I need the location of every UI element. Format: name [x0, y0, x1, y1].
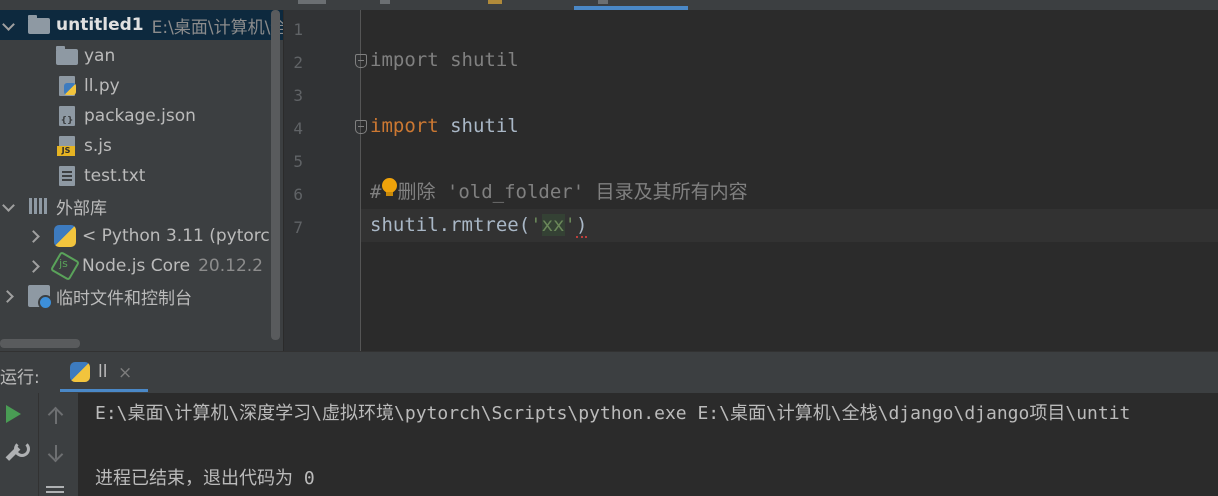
- line-number: 7: [293, 218, 303, 237]
- line-number: 4: [293, 119, 303, 138]
- active-run-tab-indicator: [60, 389, 148, 392]
- code-line-6: # 删除 'old_folder' 目录及其所有内容: [370, 176, 748, 209]
- string-quote: ': [564, 214, 576, 236]
- lightbulb-icon[interactable]: [382, 178, 397, 196]
- keyword: import: [370, 49, 439, 71]
- close-icon[interactable]: ×: [118, 363, 132, 383]
- chevron-down-icon[interactable]: [2, 199, 16, 213]
- tree-item-test-txt[interactable]: test.txt: [0, 161, 283, 191]
- project-path: E:\桌面\计算机\全: [151, 17, 283, 38]
- line-number: 3: [293, 86, 303, 105]
- tree-item-label: package.json: [84, 106, 196, 126]
- nodejs-version: 20.12.2: [198, 256, 263, 276]
- run-toolbar-divider: [38, 393, 39, 496]
- console-exit-message: 进程已结束，退出代码为 0: [95, 468, 315, 489]
- code-line-2: import shutil: [370, 44, 519, 77]
- chevron-down-icon[interactable]: [2, 18, 16, 32]
- tree-item-nodejs-core[interactable]: Node.js Core 20.12.2: [0, 250, 283, 282]
- nodejs-icon: [49, 250, 81, 282]
- tree-item-label: yan: [84, 46, 116, 66]
- line-number: 2: [293, 53, 303, 72]
- console-command-line: E:\桌面\计算机\深度学习\虚拟环境\pytorch\Scripts\pyth…: [95, 403, 1131, 424]
- python-icon: [70, 362, 90, 382]
- tree-item-label: 临时文件和控制台: [56, 288, 192, 309]
- tree-item-yan[interactable]: yan: [0, 41, 283, 71]
- code-line-7: shutil.rmtree('xx'): [370, 209, 588, 242]
- string-quote: ': [530, 214, 542, 236]
- comment-hash: #: [370, 181, 382, 203]
- js-file-icon: [57, 136, 75, 156]
- chevron-right-icon[interactable]: [28, 229, 42, 243]
- run-tool-window-header: [0, 351, 1218, 393]
- chevron-right-icon[interactable]: [2, 289, 16, 303]
- tree-item-label: < Python 3.11 (pytorch: [82, 226, 281, 246]
- tree-item-ll-py[interactable]: ll.py: [0, 71, 283, 101]
- folder-icon: [28, 15, 50, 34]
- chevron-right-icon[interactable]: [28, 259, 42, 273]
- folder-icon: [56, 46, 78, 65]
- rerun-play-icon[interactable]: [6, 405, 21, 423]
- line-number: 6: [293, 185, 303, 204]
- fold-marker-icon[interactable]: [355, 120, 367, 134]
- run-tab-label: ll: [98, 362, 108, 382]
- tree-root-untitled1[interactable]: untitled1 E:\桌面\计算机\全: [0, 10, 283, 40]
- wrench-icon[interactable]: [3, 441, 30, 463]
- comment-text: 删除 'old_folder' 目录及其所有内容: [397, 181, 748, 203]
- tree-item-label: Node.js Core: [82, 256, 191, 276]
- tree-item-python-sdk[interactable]: < Python 3.11 (pytorch: [0, 221, 283, 251]
- line-number: 5: [293, 152, 303, 171]
- tree-item-scratches[interactable]: 临时文件和控制台: [0, 281, 283, 311]
- tree-item-external-libraries[interactable]: 外部库: [0, 191, 283, 221]
- arrow-down-icon[interactable]: [48, 444, 64, 464]
- tree-item-label: s.js: [84, 136, 112, 156]
- arrow-up-icon[interactable]: [48, 406, 64, 426]
- tab-stub[interactable]: [380, 0, 390, 4]
- call-expression: shutil.rmtree(: [370, 214, 531, 236]
- tab-stub[interactable]: [298, 0, 326, 4]
- fold-marker-icon[interactable]: [355, 54, 367, 68]
- keyword: import: [370, 115, 439, 137]
- soft-wrap-icon[interactable]: [46, 484, 66, 496]
- scratches-console-icon: [28, 285, 53, 310]
- python-icon: [54, 225, 76, 247]
- project-tool-window: untitled1 E:\桌面\计算机\全 yan ll.py {} packa…: [0, 10, 283, 351]
- library-icon: [28, 197, 50, 215]
- module-name: shutil: [438, 49, 519, 71]
- project-vertical-scrollbar[interactable]: [271, 10, 280, 340]
- json-file-icon: {}: [59, 106, 75, 126]
- tree-item-s-js[interactable]: s.js: [0, 131, 283, 161]
- tree-item-label: ll.py: [84, 76, 120, 96]
- tree-item-label: 外部库: [56, 198, 107, 219]
- tree-item-label: test.txt: [84, 166, 146, 186]
- line-number: 1: [293, 20, 303, 39]
- tab-stub[interactable]: [488, 0, 502, 4]
- editor-tab-strip: [0, 0, 1218, 10]
- project-horizontal-scrollbar[interactable]: [0, 339, 80, 348]
- python-file-icon: [59, 76, 76, 96]
- text-file-icon: [59, 166, 75, 186]
- code-line-4: import shutil: [370, 110, 519, 143]
- closing-paren: ): [575, 214, 588, 238]
- project-name: untitled1: [56, 15, 144, 35]
- string-argument: xx: [541, 214, 565, 236]
- tree-item-package-json[interactable]: {} package.json: [0, 101, 283, 131]
- run-label: 运行:: [0, 368, 40, 388]
- tab-stub[interactable]: [598, 0, 608, 4]
- module-name: shutil: [438, 115, 519, 137]
